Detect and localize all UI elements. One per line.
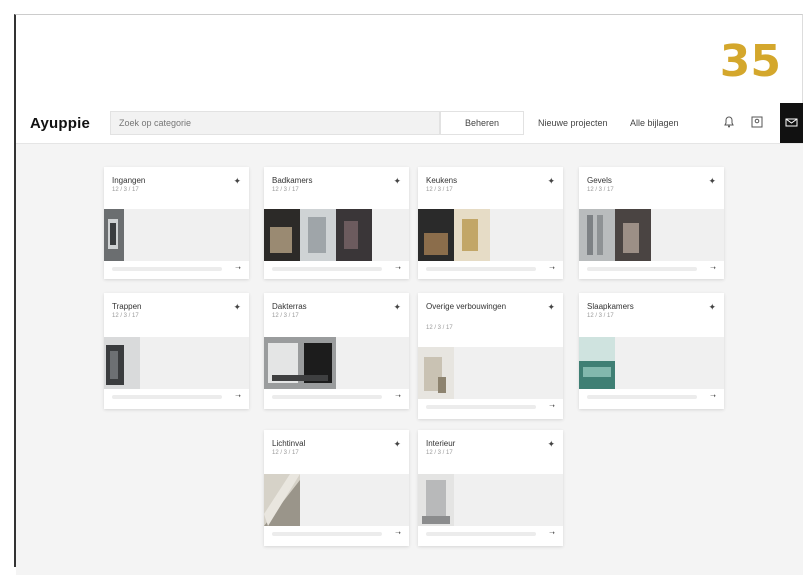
- category-card[interactable]: Keukens 12 / 3 / 17 ✦ ➝: [418, 167, 563, 279]
- arrow-icon[interactable]: ➝: [549, 264, 555, 272]
- arrow-icon[interactable]: ➝: [710, 264, 716, 272]
- card-date: 12 / 3 / 17: [272, 450, 299, 456]
- card-date: 12 / 3 / 17: [426, 450, 453, 456]
- progress-bar: [426, 405, 536, 409]
- arrow-icon[interactable]: ➝: [395, 392, 401, 400]
- app-screenshot: Ayuppie Zoek op categorie Beheren Nieuwe…: [16, 103, 803, 575]
- card-date: 12 / 3 / 17: [112, 313, 139, 319]
- card-image-area: [264, 474, 409, 526]
- arrow-icon[interactable]: ➝: [549, 529, 555, 537]
- category-card[interactable]: Slaapkamers 12 / 3 / 17 ✦ ➝: [579, 293, 724, 409]
- card-image-area: [579, 337, 724, 389]
- user-icon[interactable]: [750, 115, 764, 129]
- pin-icon[interactable]: ✦: [547, 176, 555, 187]
- pin-icon[interactable]: ✦: [708, 302, 716, 313]
- pin-icon[interactable]: ✦: [547, 439, 555, 450]
- card-image-area: [104, 209, 249, 261]
- category-card[interactable]: Overige verbouwingen 12 / 3 / 17 ✦ ➝: [418, 293, 563, 419]
- card-title: Overige verbouwingen: [426, 302, 507, 311]
- arrow-icon[interactable]: ➝: [395, 264, 401, 272]
- pin-icon[interactable]: ✦: [708, 176, 716, 187]
- card-image-area: [264, 209, 409, 261]
- category-card[interactable]: Gevels 12 / 3 / 17 ✦ ➝: [579, 167, 724, 279]
- pin-icon[interactable]: ✦: [393, 439, 401, 450]
- pin-icon[interactable]: ✦: [233, 176, 241, 187]
- progress-bar: [587, 267, 697, 271]
- card-date: 12 / 3 / 17: [272, 313, 299, 319]
- card-image-area: [264, 337, 409, 389]
- card-image-area: [579, 209, 724, 261]
- card-title: Trappen: [112, 302, 142, 311]
- category-card[interactable]: Ingangen 12 / 3 / 17 ✦ ➝: [104, 167, 249, 279]
- card-title: Ingangen: [112, 176, 146, 185]
- arrow-icon[interactable]: ➝: [235, 264, 241, 272]
- card-image-area: [418, 474, 563, 526]
- nav-link-new-projects[interactable]: Nieuwe projecten: [538, 118, 608, 128]
- card-title: Gevels: [587, 176, 612, 185]
- nav-link-all-attachments[interactable]: Alle bijlagen: [630, 118, 679, 128]
- card-date: 12 / 3 / 17: [426, 187, 453, 193]
- card-date: 12 / 3 / 17: [426, 325, 453, 331]
- manage-button[interactable]: Beheren: [440, 111, 524, 135]
- card-title: Keukens: [426, 176, 458, 185]
- card-title: Badkamers: [272, 176, 313, 185]
- mail-icon[interactable]: [780, 103, 803, 143]
- card-date: 12 / 3 / 17: [272, 187, 299, 193]
- progress-bar: [272, 532, 382, 536]
- progress-bar: [426, 267, 536, 271]
- category-card[interactable]: Trappen 12 / 3 / 17 ✦ ➝: [104, 293, 249, 409]
- arrow-icon[interactable]: ➝: [710, 392, 716, 400]
- category-card[interactable]: Dakterras 12 / 3 / 17 ✦ ➝: [264, 293, 409, 409]
- card-date: 12 / 3 / 17: [587, 187, 614, 193]
- search-input[interactable]: Zoek op categorie: [110, 111, 440, 135]
- arrow-icon[interactable]: ➝: [549, 402, 555, 410]
- pin-icon[interactable]: ✦: [393, 302, 401, 313]
- card-image-area: [418, 209, 563, 261]
- category-card[interactable]: Lichtinval 12 / 3 / 17 ✦ ➝: [264, 430, 409, 546]
- category-card[interactable]: Interieur 12 / 3 / 17 ✦ ➝: [418, 430, 563, 546]
- card-image-area: [104, 337, 249, 389]
- progress-bar: [426, 532, 536, 536]
- card-image-area: [418, 347, 563, 399]
- progress-bar: [112, 267, 222, 271]
- top-bar: Ayuppie Zoek op categorie Beheren Nieuwe…: [16, 103, 803, 144]
- pin-icon[interactable]: ✦: [393, 176, 401, 187]
- progress-bar: [112, 395, 222, 399]
- card-title: Slaapkamers: [587, 302, 634, 311]
- progress-bar: [587, 395, 697, 399]
- pin-icon[interactable]: ✦: [547, 302, 555, 313]
- card-title: Lichtinval: [272, 439, 306, 448]
- progress-bar: [272, 395, 382, 399]
- arrow-icon[interactable]: ➝: [395, 529, 401, 537]
- progress-bar: [272, 267, 382, 271]
- pin-icon[interactable]: ✦: [233, 302, 241, 313]
- card-date: 12 / 3 / 17: [587, 313, 614, 319]
- arrow-icon[interactable]: ➝: [235, 392, 241, 400]
- category-card[interactable]: Badkamers 12 / 3 / 17 ✦ ➝: [264, 167, 409, 279]
- app-logo[interactable]: Ayuppie: [30, 115, 90, 132]
- card-title: Dakterras: [272, 302, 307, 311]
- page-number: 35: [719, 36, 781, 87]
- bell-icon[interactable]: [722, 115, 736, 129]
- card-date: 12 / 3 / 17: [112, 187, 139, 193]
- card-title: Interieur: [426, 439, 456, 448]
